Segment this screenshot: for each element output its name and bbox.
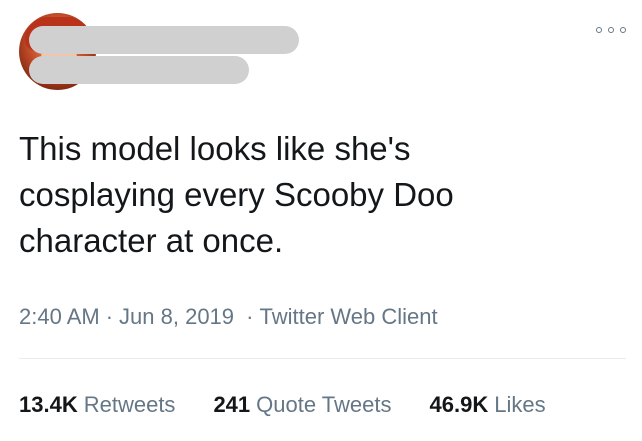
tweet-time-link[interactable]: 2:40 AM · Jun 8, 2019 [19, 304, 240, 329]
likes-label: Likes [494, 392, 546, 417]
tweet-date: Jun 8, 2019 [119, 304, 235, 329]
retweets-label: Retweets [83, 392, 176, 417]
likes-stat[interactable]: 46.9K Likes [430, 392, 546, 418]
quote-tweets-label: Quote Tweets [256, 392, 392, 417]
tweet-stats: 13.4K Retweets 241 Quote Tweets 46.9K Likes [19, 392, 546, 418]
divider [19, 358, 626, 359]
redacted-username [29, 56, 249, 84]
retweets-count: 13.4K [19, 392, 78, 417]
retweets-stat[interactable]: 13.4K Retweets [19, 392, 175, 418]
meta-separator: · [246, 304, 254, 329]
likes-count: 46.9K [429, 392, 489, 417]
tweet-meta: 2:40 AM · Jun 8, 2019 · Twitter Web Client [19, 304, 438, 330]
tweet-client-link[interactable]: Twitter Web Client [259, 304, 437, 329]
more-options-icon[interactable] [596, 24, 626, 36]
dot-icon [608, 27, 614, 33]
dot-icon [596, 27, 602, 33]
tweet-text: This model looks like she's cosplaying e… [19, 130, 454, 259]
meta-separator: · [105, 304, 114, 329]
quote-tweets-count: 241 [213, 392, 251, 417]
tweet-time: 2:40 AM [19, 304, 100, 329]
dot-icon [620, 27, 626, 33]
redacted-display-name [29, 26, 299, 54]
quote-tweets-stat[interactable]: 241 Quote Tweets [213, 392, 391, 418]
